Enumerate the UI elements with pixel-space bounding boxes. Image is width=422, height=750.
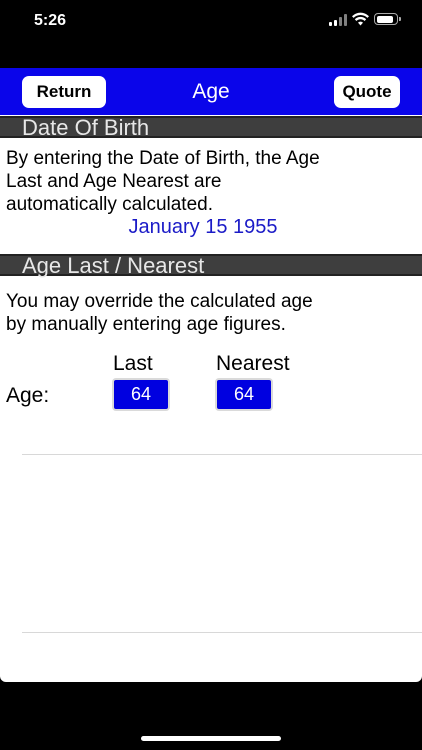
status-time: 5:26 bbox=[34, 12, 67, 29]
age-last-nearest-header: Age Last / Nearest bbox=[0, 253, 422, 278]
nav-bar: Return Age Quote bbox=[0, 68, 422, 115]
age-last-nearest-header-label: Age Last / Nearest bbox=[22, 253, 205, 278]
description-line: by manually entering age figures. bbox=[6, 314, 286, 335]
last-column-label: Last bbox=[113, 352, 153, 375]
description-line: You may override the calculated age bbox=[6, 291, 313, 312]
description-line: Last and Age Nearest are bbox=[6, 171, 222, 192]
cellular-signal-icon bbox=[329, 14, 347, 26]
app-screen: Return Age Quote Date Of Birth By enteri… bbox=[0, 68, 422, 682]
quote-button[interactable]: Quote bbox=[334, 76, 400, 108]
description-line: By entering the Date of Birth, the Age bbox=[6, 148, 320, 169]
date-of-birth-header-label: Date Of Birth bbox=[22, 115, 150, 140]
home-indicator bbox=[141, 736, 281, 741]
battery-icon bbox=[374, 13, 401, 25]
age-last-field[interactable]: 64 bbox=[112, 378, 170, 411]
date-of-birth-description: By entering the Date of Birth, the Age L… bbox=[6, 147, 416, 216]
status-bar: 5:26 bbox=[0, 0, 422, 44]
divider bbox=[22, 454, 422, 455]
date-of-birth-value[interactable]: January 15 1955 bbox=[0, 216, 406, 239]
divider bbox=[22, 632, 422, 633]
age-override-description: You may override the calculated age by m… bbox=[6, 290, 416, 336]
date-of-birth-header: Date Of Birth bbox=[0, 115, 422, 140]
age-label: Age: bbox=[6, 384, 50, 407]
nearest-column-label: Nearest bbox=[216, 352, 290, 375]
age-nearest-field[interactable]: 64 bbox=[215, 378, 273, 411]
wifi-icon bbox=[352, 12, 369, 26]
description-line: automatically calculated. bbox=[6, 194, 213, 215]
